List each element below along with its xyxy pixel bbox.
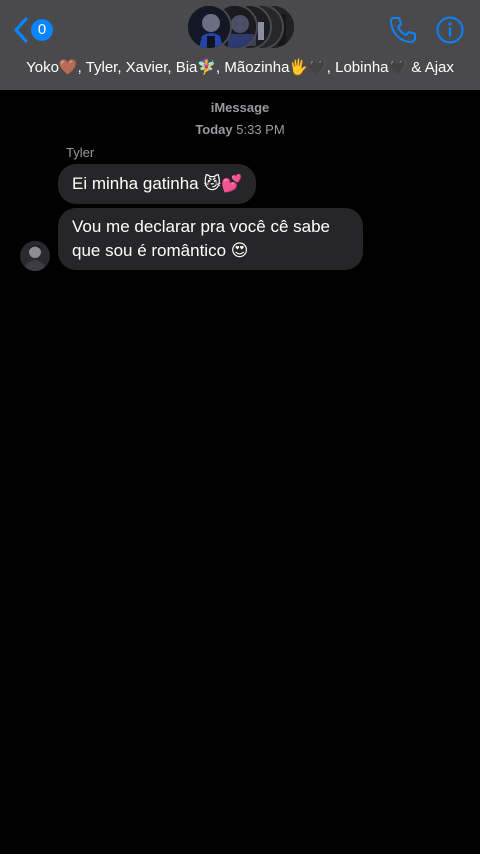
timestamp-day: Today	[195, 122, 233, 137]
sender-avatar[interactable]	[20, 241, 50, 271]
message-bubble[interactable]: Ei minha gatinha 😼💕	[58, 164, 257, 204]
back-button[interactable]: 0	[14, 14, 53, 46]
conversation-header: 0 Yoko🤎, Tyler, Xavier, Bia🧚‍♀️, Mãozinh…	[0, 0, 480, 90]
group-members-title[interactable]: Yoko🤎, Tyler, Xavier, Bia🧚‍♀️, Mãozinha🖐…	[0, 58, 480, 76]
group-avatar-stack[interactable]	[186, 4, 296, 50]
service-label: iMessage	[210, 100, 270, 115]
phone-icon[interactable]	[388, 15, 418, 45]
info-icon[interactable]	[436, 16, 464, 44]
unread-count-badge: 0	[31, 19, 53, 41]
message-timestamp: Today 5:33 PM	[0, 122, 480, 137]
group-member-avatar	[186, 4, 232, 50]
chevron-left-icon	[14, 17, 28, 43]
timestamp-time: 5:33 PM	[236, 122, 285, 137]
sender-name: Tyler	[66, 145, 95, 160]
message-bubble[interactable]: Vou me declarar pra você cê sabe que sou…	[58, 208, 363, 270]
